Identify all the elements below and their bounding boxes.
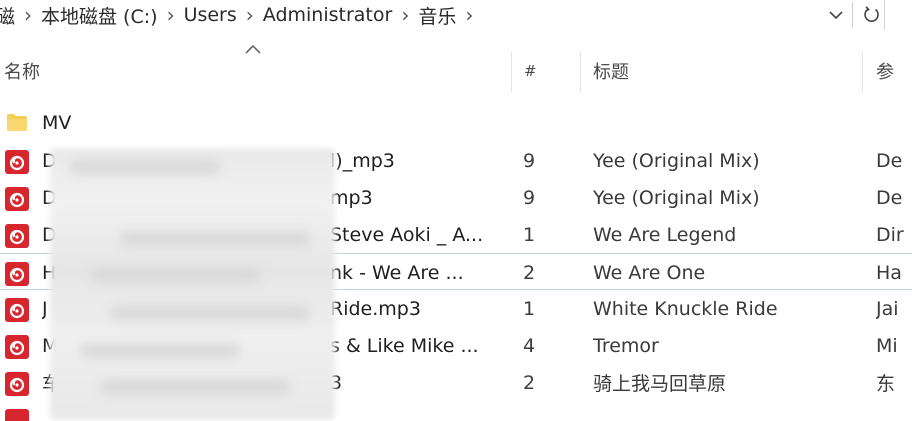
blur-streak [70,160,220,174]
track-number: 4 [523,334,536,357]
breadcrumb-music[interactable]: 音乐 [416,2,458,29]
blur-streak [90,268,260,282]
file-name-end: nk - We Are ... [330,261,464,284]
track-title: Yee (Original Mix) [593,149,760,172]
blur-streak [100,380,290,394]
column-header-bar: 名称 # 标题 参 [0,30,912,92]
track-artist: Jai [876,297,899,320]
blur-streak [110,306,310,320]
address-history-button[interactable] [822,3,850,27]
refresh-button[interactable] [858,2,886,28]
track-artist: De [876,186,903,209]
music-file-icon [5,150,29,174]
music-file-icon [5,372,29,396]
breadcrumb-separator[interactable]: › [160,3,182,27]
breadcrumb: 磁 › 本地磁盘 (C:) › Users › Administrator › … [0,0,480,30]
file-name-start: J [42,297,48,320]
breadcrumb-root[interactable]: 磁 [0,2,17,29]
track-artist: Ha [876,261,902,284]
track-number: 9 [523,149,536,172]
column-divider[interactable] [511,52,512,92]
file-name-end: s & Like Mike ... [330,334,479,357]
track-artist: Dir [876,223,904,246]
address-bar[interactable]: 磁 › 本地磁盘 (C:) › Users › Administrator › … [0,0,912,30]
column-header-name[interactable]: 名称 [4,56,40,86]
track-title: 骑上我马回草原 [593,373,727,395]
track-number: 9 [523,186,536,209]
column-divider[interactable] [862,52,863,92]
column-header-artist[interactable]: 参 [876,56,894,86]
track-number: 2 [523,261,536,284]
address-edge [884,0,885,30]
file-name-end: 3 [330,371,343,394]
column-divider[interactable] [580,52,581,92]
sort-ascending-icon [245,44,261,54]
track-artist: De [876,149,903,172]
file-name-end: l)_mp3 [330,149,395,172]
breadcrumb-local-disk[interactable]: 本地磁盘 (C:) [39,2,160,29]
column-header-title[interactable]: 标题 [593,56,629,86]
address-divider [852,2,853,28]
music-file-icon [5,409,29,421]
breadcrumb-separator[interactable]: › [239,3,261,27]
blur-streak [80,344,240,358]
track-title: Tremor [593,334,659,357]
music-file-icon [5,187,29,211]
file-name-end: Steve Aoki _ A... [330,223,484,246]
track-number: 2 [523,371,536,394]
breadcrumb-separator[interactable]: › [394,3,416,27]
breadcrumb-separator[interactable]: › [17,3,39,27]
music-file-icon [5,224,29,248]
folder-name: MV [42,111,72,134]
track-number: 1 [523,223,536,246]
refresh-icon [864,6,879,22]
music-file-icon [5,262,29,286]
track-title: We Are Legend [593,223,737,246]
list-item-folder[interactable]: MV [0,104,912,141]
blur-streak [120,232,310,246]
music-file-icon [5,298,29,322]
track-number: 1 [523,297,536,320]
track-title: White Knuckle Ride [593,297,778,320]
file-name-end: Ride.mp3 [330,297,421,320]
breadcrumb-users[interactable]: Users [182,4,239,26]
music-file-icon [5,335,29,359]
breadcrumb-separator[interactable]: › [458,3,480,27]
track-artist: Mi [876,334,898,357]
column-header-number[interactable]: # [524,56,537,86]
file-name-end: mp3 [330,186,373,209]
track-title: Yee (Original Mix) [593,186,760,209]
breadcrumb-administrator[interactable]: Administrator [261,4,395,26]
track-artist: 东 [876,373,896,395]
track-title: We Are One [593,261,706,284]
folder-icon [7,114,27,131]
chevron-down-icon [829,11,843,20]
